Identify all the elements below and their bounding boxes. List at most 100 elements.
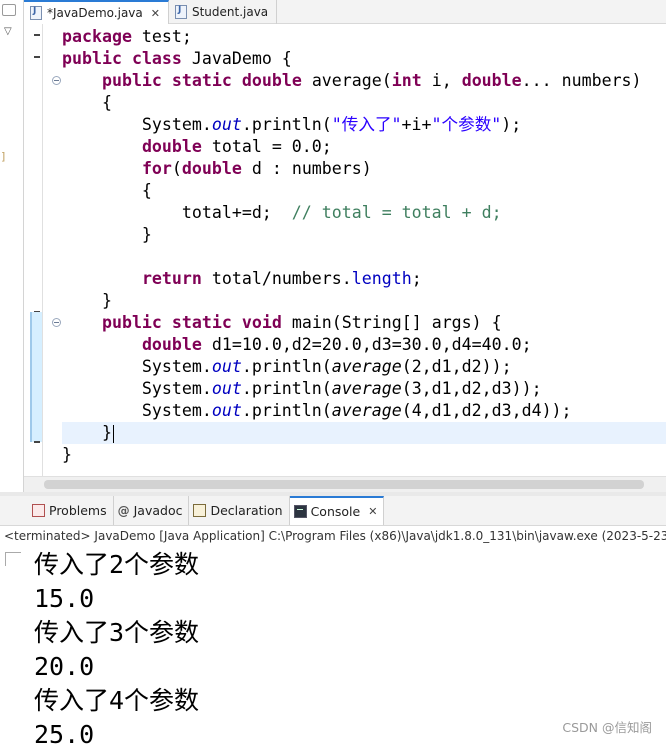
code-token: { <box>62 93 112 112</box>
code-line[interactable]: } <box>62 224 666 246</box>
close-icon[interactable]: ✕ <box>151 7 160 20</box>
code-token: .println( <box>241 379 332 398</box>
code-line[interactable]: System.out.println(average(2,d1,d2)); <box>62 356 666 378</box>
bracket-marker-icon: ] <box>1 150 6 163</box>
code-token: return <box>141 269 202 288</box>
scrollbar-thumb[interactable] <box>44 480 644 489</box>
tab-javadoc[interactable]: @ Javadoc <box>114 496 190 525</box>
code-token: (4,d1,d2,d3,d4)); <box>401 401 572 420</box>
gutter-change-marker <box>34 441 40 443</box>
code-token: } <box>62 445 72 464</box>
code-token: double <box>181 159 242 178</box>
code-line[interactable]: { <box>62 180 666 202</box>
code-line[interactable]: double total = 0.0; <box>62 136 666 158</box>
code-token: ); <box>501 115 522 134</box>
code-line[interactable]: System.out.println(average(3,d1,d2,d3)); <box>62 378 666 400</box>
code-line[interactable]: { <box>62 92 666 114</box>
code-line[interactable]: public class JavaDemo { <box>62 48 666 70</box>
console-output-line: 传入了3个参数 <box>34 618 200 647</box>
console-output-line: 15.0 <box>34 584 95 613</box>
code-token: "个参数" <box>431 115 502 134</box>
code-token: System. <box>62 357 212 376</box>
code-token: } <box>62 291 112 310</box>
horizontal-scrollbar[interactable] <box>24 476 666 492</box>
code-token: average <box>331 401 402 420</box>
java-file-icon <box>174 5 187 19</box>
console-output-line: 传入了2个参数 <box>34 550 200 579</box>
code-token: for <box>141 159 172 178</box>
minimize-icon[interactable] <box>2 4 16 16</box>
tab-console[interactable]: Console ✕ <box>289 496 385 525</box>
tab-student[interactable]: Student.java <box>169 0 278 24</box>
tab-console-label: Console <box>310 504 361 519</box>
code-line[interactable]: for(double d : numbers) <box>62 158 666 180</box>
console-icon <box>293 505 307 518</box>
code-token: out <box>211 115 242 134</box>
code-token: .println( <box>241 401 332 420</box>
code-token: out <box>211 401 242 420</box>
code-token: class <box>131 49 182 68</box>
code-token: System. <box>62 115 212 134</box>
tab-problems[interactable]: Problems <box>28 496 114 525</box>
code-token: void <box>241 313 282 332</box>
code-token: total+=d; <box>62 203 292 222</box>
code-line[interactable]: public static double average(int i, doub… <box>62 70 666 92</box>
code-token: } <box>62 423 112 442</box>
code-token: +i+ <box>401 115 432 134</box>
code-editor[interactable]: package test; public class JavaDemo { pub… <box>24 24 666 476</box>
tab-student-label: Student.java <box>191 5 269 19</box>
tab-declaration[interactable]: Declaration <box>189 496 290 525</box>
fold-collapse-icon[interactable] <box>52 318 61 327</box>
problems-icon <box>32 504 45 517</box>
code-line[interactable]: } <box>62 290 666 312</box>
corner-marker-icon <box>5 552 21 566</box>
code-line[interactable]: double d1=10.0,d2=20.0,d3=30.0,d4=40.0; <box>62 334 666 356</box>
code-token: public <box>62 49 122 68</box>
code-token: (3,d1,d2,d3)); <box>401 379 542 398</box>
code-token: average( <box>301 71 392 90</box>
code-token: .println( <box>241 115 332 134</box>
console-output[interactable]: 传入了2个参数 15.0 传入了3个参数 20.0 传入了4个参数 25.0 <box>34 548 199 746</box>
at-sign-icon: @ <box>117 504 130 518</box>
fold-collapse-icon[interactable] <box>52 76 61 85</box>
code-token: d1=10.0,d2=20.0,d3=30.0,d4=40.0; <box>201 335 532 354</box>
console-output-line: 20.0 <box>34 652 95 681</box>
code-line[interactable]: public static void main(String[] args) { <box>62 312 666 334</box>
code-line[interactable]: package test; <box>62 26 666 48</box>
code-line[interactable]: System.out.println("传入了"+i+"个参数"); <box>62 114 666 136</box>
tab-declaration-label: Declaration <box>210 503 283 518</box>
code-token: System. <box>62 401 212 420</box>
code-token: double <box>241 71 302 90</box>
close-icon[interactable]: ✕ <box>368 505 377 518</box>
text-caret <box>112 424 114 443</box>
left-gutter-strip: ▽ ] <box>0 0 24 492</box>
code-line[interactable] <box>62 246 666 268</box>
code-token: { <box>62 181 152 200</box>
code-token: main(String[] args) { <box>281 313 502 332</box>
tab-javademo[interactable]: *JavaDemo.java ✕ <box>24 0 169 24</box>
tab-javademo-label: *JavaDemo.java <box>47 6 143 20</box>
code-line[interactable]: total+=d; // total = total + d; <box>62 202 666 224</box>
code-token: double <box>461 71 522 90</box>
declaration-icon <box>193 504 207 517</box>
console-status: <terminated> JavaDemo [Java Application]… <box>4 529 666 543</box>
tab-javadoc-label: Javadoc <box>133 503 183 518</box>
console-output-line: 传入了4个参数 <box>34 686 200 715</box>
code-line[interactable]: } <box>62 422 666 444</box>
code-line[interactable]: return total/numbers.length; <box>62 268 666 290</box>
code-text[interactable]: package test; public class JavaDemo { pub… <box>62 26 666 466</box>
code-token: double <box>141 137 202 156</box>
code-line[interactable]: } <box>62 444 666 466</box>
chevron-down-icon[interactable]: ▽ <box>4 26 12 37</box>
code-token: public <box>101 71 162 90</box>
code-line[interactable]: System.out.println(average(4,d1,d2,d3,d4… <box>62 400 666 422</box>
code-token: "传入了" <box>331 115 402 134</box>
code-token: static <box>171 313 232 332</box>
